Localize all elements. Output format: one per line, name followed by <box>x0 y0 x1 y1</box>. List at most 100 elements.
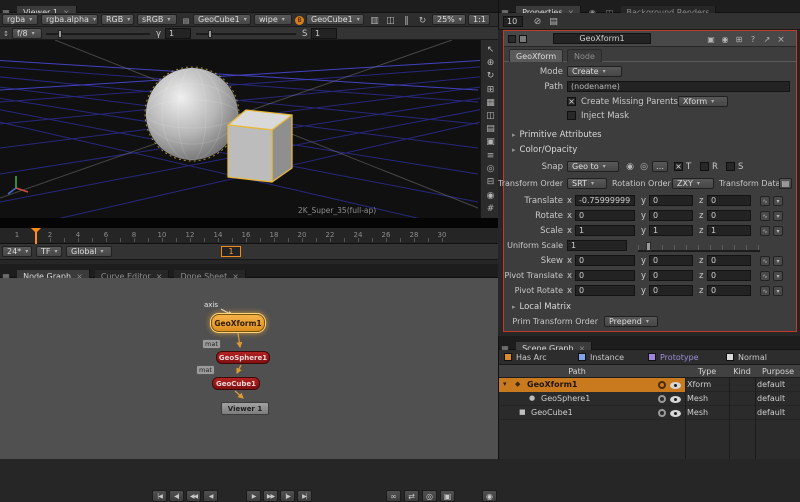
gain-slider[interactable] <box>46 33 150 35</box>
fullscreen-icon[interactable]: ▣ <box>440 490 455 502</box>
roi-icon[interactable]: ◫ <box>384 15 397 26</box>
sphere-object[interactable] <box>146 68 238 160</box>
mode-dropdown[interactable]: Create <box>567 66 622 77</box>
skew-x-field[interactable]: 0 <box>575 255 635 266</box>
alpha-layer-dropdown[interactable]: rgba.alpha <box>41 14 98 25</box>
wireframe-mode-icon[interactable]: ▤ <box>484 123 497 134</box>
shaded-mode-icon[interactable]: ▣ <box>484 136 497 147</box>
snap-point-icon[interactable]: ◎ <box>638 161 650 172</box>
occlusion-icon[interactable]: ◎ <box>484 163 497 174</box>
uniform-scale-handle[interactable] <box>646 242 651 251</box>
play-backward-button[interactable]: ◀◀ <box>186 490 201 502</box>
input-a-icon[interactable]: ▤ <box>181 15 191 26</box>
expander-icon[interactable]: ▾ <box>503 380 507 388</box>
anim-menu-icon[interactable]: ▾ <box>773 256 783 266</box>
gamma-field[interactable]: 1 <box>165 28 191 39</box>
wipe-dropdown[interactable]: wipe <box>254 14 292 25</box>
color-opacity-group[interactable]: Color/Opacity <box>512 145 577 155</box>
translate-x-field[interactable]: -0.75999999 <box>575 195 635 206</box>
anim-curve-icon[interactable]: ∿ <box>760 286 770 296</box>
pause-icon[interactable]: ‖ <box>400 15 413 26</box>
refresh-icon[interactable]: ↻ <box>416 15 429 26</box>
anim-menu-icon[interactable]: ▾ <box>773 211 783 221</box>
node-viewer1[interactable]: Viewer 1 <box>221 402 269 415</box>
proxy-ratio-button[interactable]: 1:1 <box>468 14 490 25</box>
node-name-field[interactable]: GeoXform1 <box>553 33 651 44</box>
grid-toggle-icon[interactable]: ▦ <box>484 97 497 108</box>
rotate-x-field[interactable]: 0 <box>575 210 635 221</box>
pivot-translate-x-field[interactable]: 0 <box>575 270 635 281</box>
tab-node[interactable]: Node <box>567 49 602 62</box>
viewer-process-dropdown[interactable]: sRGB <box>137 14 177 25</box>
prev-keyframe-button[interactable]: ◀| <box>169 490 184 502</box>
expand-panel-icon[interactable]: ↗ <box>761 34 773 45</box>
create-missing-parents-checkbox[interactable] <box>567 97 576 106</box>
uniform-scale-slider[interactable] <box>638 241 760 252</box>
display-channels-dropdown[interactable]: RGB <box>101 14 134 25</box>
snap-t-checkbox[interactable] <box>674 162 683 171</box>
anim-menu-icon[interactable]: ▾ <box>773 226 783 236</box>
scale-y-field[interactable]: 1 <box>649 225 693 236</box>
snap-s-checkbox[interactable] <box>726 162 735 171</box>
gamma-slider[interactable] <box>196 33 296 35</box>
bounce-mode-icon[interactable]: ⇄ <box>404 490 419 502</box>
column-path[interactable]: Path <box>499 367 655 376</box>
viewport-3d[interactable]: 2K_Super_35(full-ap) <box>0 40 480 218</box>
node-color-swatch[interactable] <box>508 35 516 43</box>
clear-panels-icon[interactable]: ▤ <box>547 16 560 27</box>
create-missing-parents-dropdown[interactable]: Xform <box>678 96 728 107</box>
scale-z-field[interactable]: 1 <box>707 225 751 236</box>
visibility-eye-icon[interactable] <box>670 382 681 389</box>
transform-order-dropdown[interactable]: SRT <box>567 178 607 189</box>
anim-curve-icon[interactable]: ∿ <box>760 196 770 206</box>
column-type[interactable]: Type <box>685 367 729 376</box>
center-view-icon[interactable]: ◉ <box>484 190 497 201</box>
close-panel-icon[interactable]: × <box>775 34 787 45</box>
float-panel-icon[interactable]: ⊞ <box>733 34 745 45</box>
framehold-icon[interactable]: ▥ <box>368 15 381 26</box>
zoom-dropdown[interactable]: 25% <box>432 14 466 25</box>
primitive-attributes-group[interactable]: Primitive Attributes <box>512 130 602 140</box>
saturation-field[interactable]: 1 <box>311 28 337 39</box>
collapse-icon[interactable]: ⊟ <box>484 176 497 187</box>
resolution-icon[interactable]: # <box>484 203 497 214</box>
anim-curve-icon[interactable]: ∿ <box>760 226 770 236</box>
help-icon[interactable]: ? <box>747 34 759 45</box>
input-a-dropdown[interactable]: GeoCube1 <box>193 14 251 25</box>
rotation-order-dropdown[interactable]: ZXY <box>672 178 714 189</box>
add-gizmo-icon[interactable]: ⊕ <box>484 57 497 68</box>
anim-curve-icon[interactable]: ∿ <box>760 271 770 281</box>
snap-dropdown[interactable]: Geo to <box>567 161 619 172</box>
pivot-rotate-z-field[interactable]: 0 <box>707 285 751 296</box>
pivot-rotate-x-field[interactable]: 0 <box>575 285 635 296</box>
frame-range-dropdown[interactable]: Global <box>66 246 112 257</box>
timecode-mode-dropdown[interactable]: TF <box>36 246 62 257</box>
snap-r-checkbox[interactable] <box>700 162 709 171</box>
anim-curve-icon[interactable]: ∿ <box>760 211 770 221</box>
draw-mode-ring-icon[interactable] <box>658 409 666 417</box>
fstop-dropdown[interactable]: f/8 <box>12 28 42 39</box>
step-forward-button[interactable]: ▶ <box>246 490 261 502</box>
draw-mode-ring-icon[interactable] <box>658 395 666 403</box>
skew-z-field[interactable]: 0 <box>707 255 751 266</box>
nodegraph-canvas[interactable]: axis GeoXform1 mat GeoSphere1 mat GeoCub… <box>0 278 498 459</box>
visibility-eye-icon[interactable] <box>670 410 681 417</box>
visibility-eye-icon[interactable] <box>670 396 681 403</box>
view-menu-icon[interactable]: ≡ <box>484 150 497 161</box>
anim-menu-icon[interactable]: ▾ <box>773 271 783 281</box>
translate-z-field[interactable]: 0 <box>707 195 751 206</box>
step-back-button[interactable]: ◀ <box>203 490 218 502</box>
lock-panels-icon[interactable]: ⊘ <box>531 16 544 27</box>
rotate-view-icon[interactable]: ↻ <box>484 70 497 81</box>
pointer-tool-icon[interactable]: ↖ <box>484 44 497 55</box>
transform-data-button[interactable]: ▤ <box>779 178 792 189</box>
range-lock-icon[interactable]: ◎ <box>422 490 437 502</box>
has-arc-ring-icon[interactable] <box>658 381 666 389</box>
uniform-scale-field[interactable]: 1 <box>567 240 627 251</box>
zoom-window-icon[interactable]: ⊞ <box>484 84 497 95</box>
prim-transform-order-dropdown[interactable]: Prepend <box>604 316 658 327</box>
gamma-slider-handle[interactable] <box>208 30 212 38</box>
path-field[interactable]: (nodename) <box>567 81 790 92</box>
anim-curve-icon[interactable]: ∿ <box>760 256 770 266</box>
node-geoxform1[interactable]: GeoXform1 <box>211 314 265 332</box>
